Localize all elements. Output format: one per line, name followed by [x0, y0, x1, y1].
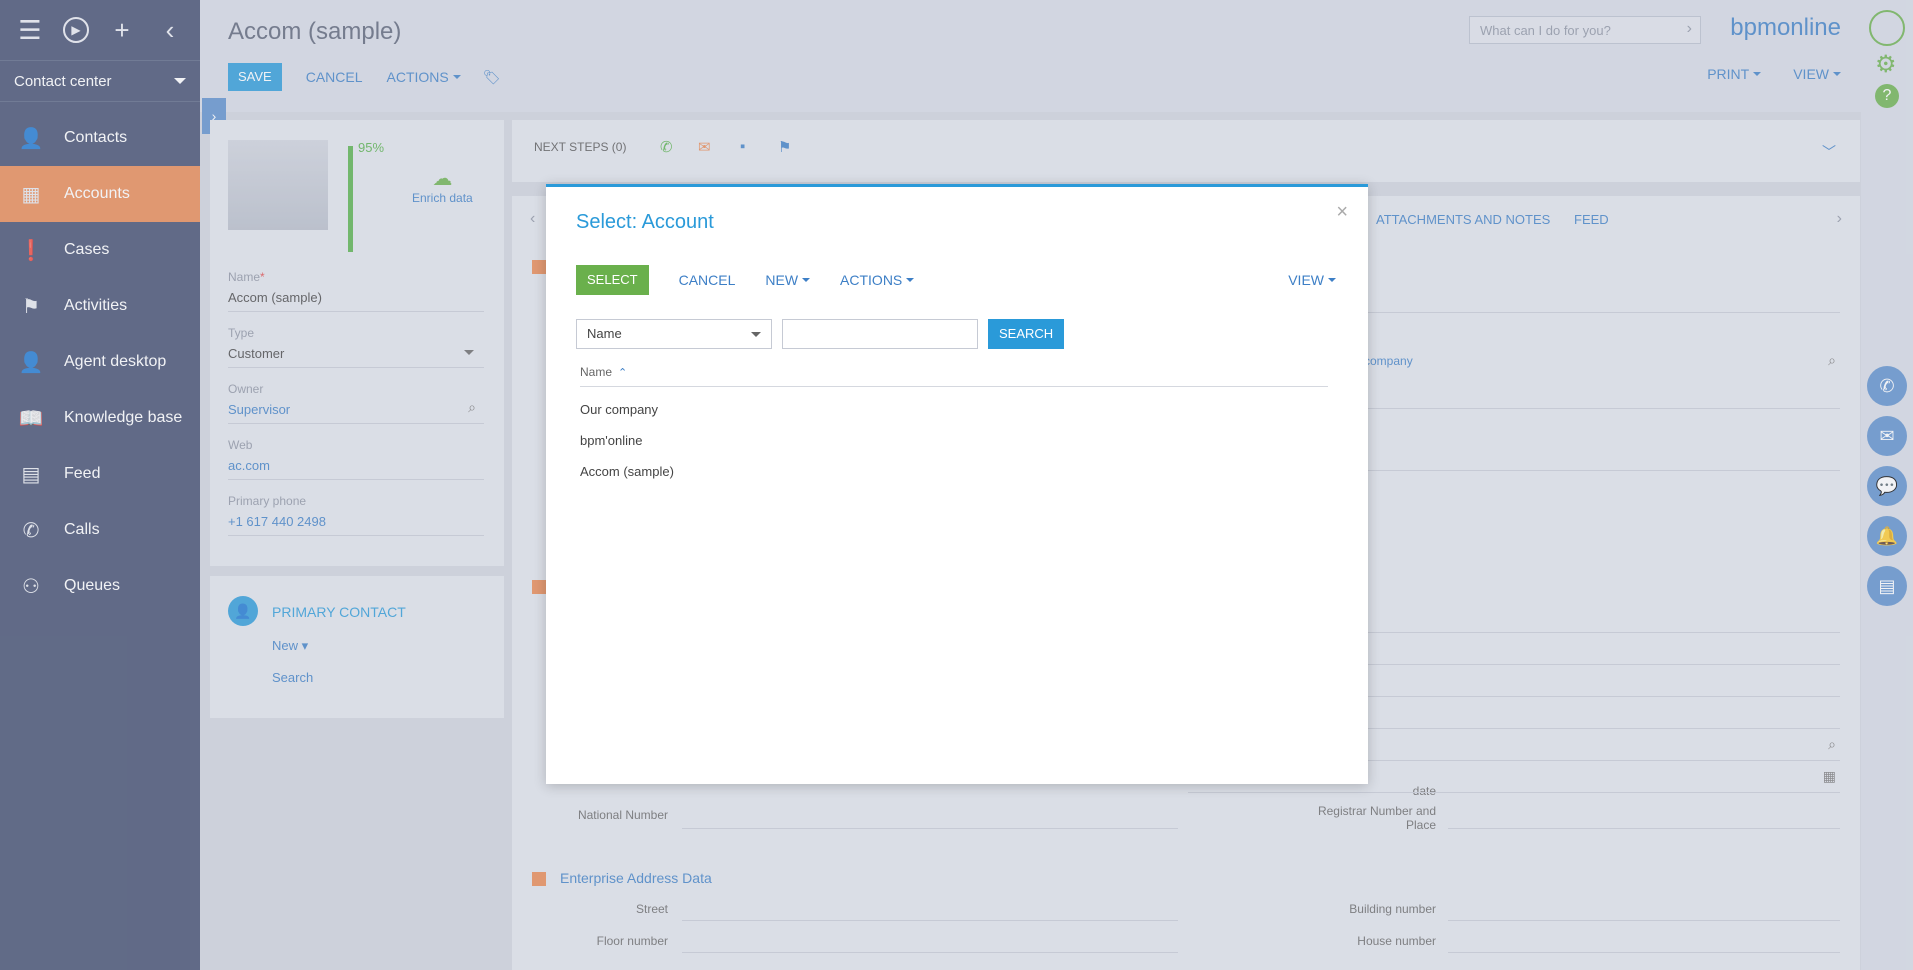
chevron-down-icon: [751, 332, 761, 337]
column-header-label: Name: [580, 365, 613, 379]
column-header-name[interactable]: Name ⌃: [580, 365, 1328, 387]
dialog-actions-menu[interactable]: ACTIONS: [840, 272, 915, 288]
list-item[interactable]: Accom (sample): [580, 464, 674, 479]
dialog-actions-label: ACTIONS: [840, 272, 903, 288]
chevron-down-icon: [906, 278, 915, 282]
filter-search-input[interactable]: [782, 319, 978, 349]
search-button[interactable]: SEARCH: [988, 319, 1065, 349]
chevron-down-icon: [1328, 278, 1336, 282]
list-item[interactable]: Our company: [580, 402, 658, 417]
filter-column-value: Name: [587, 326, 622, 341]
filter-column-select[interactable]: Name: [576, 319, 772, 349]
dialog-cancel-button[interactable]: CANCEL: [679, 272, 736, 288]
dialog-new-label: NEW: [765, 272, 799, 288]
close-icon[interactable]: ×: [1336, 201, 1348, 224]
select-account-dialog: Select: Account × SELECT CANCEL NEW ACTI…: [546, 184, 1368, 784]
dialog-title: Select: Account: [576, 211, 714, 233]
select-button[interactable]: SELECT: [576, 265, 649, 295]
sort-ascending-icon: ⌃: [618, 366, 628, 379]
dialog-toolbar: SELECT CANCEL NEW ACTIONS VIEW: [576, 265, 1336, 295]
dialog-filter: Name SEARCH: [576, 319, 1065, 349]
dialog-new-menu[interactable]: NEW: [765, 272, 811, 288]
dialog-view-label: VIEW: [1288, 272, 1324, 288]
dialog-view-menu[interactable]: VIEW: [1288, 272, 1336, 288]
chevron-down-icon: [802, 278, 811, 282]
list-item[interactable]: bpm'online: [580, 433, 642, 448]
